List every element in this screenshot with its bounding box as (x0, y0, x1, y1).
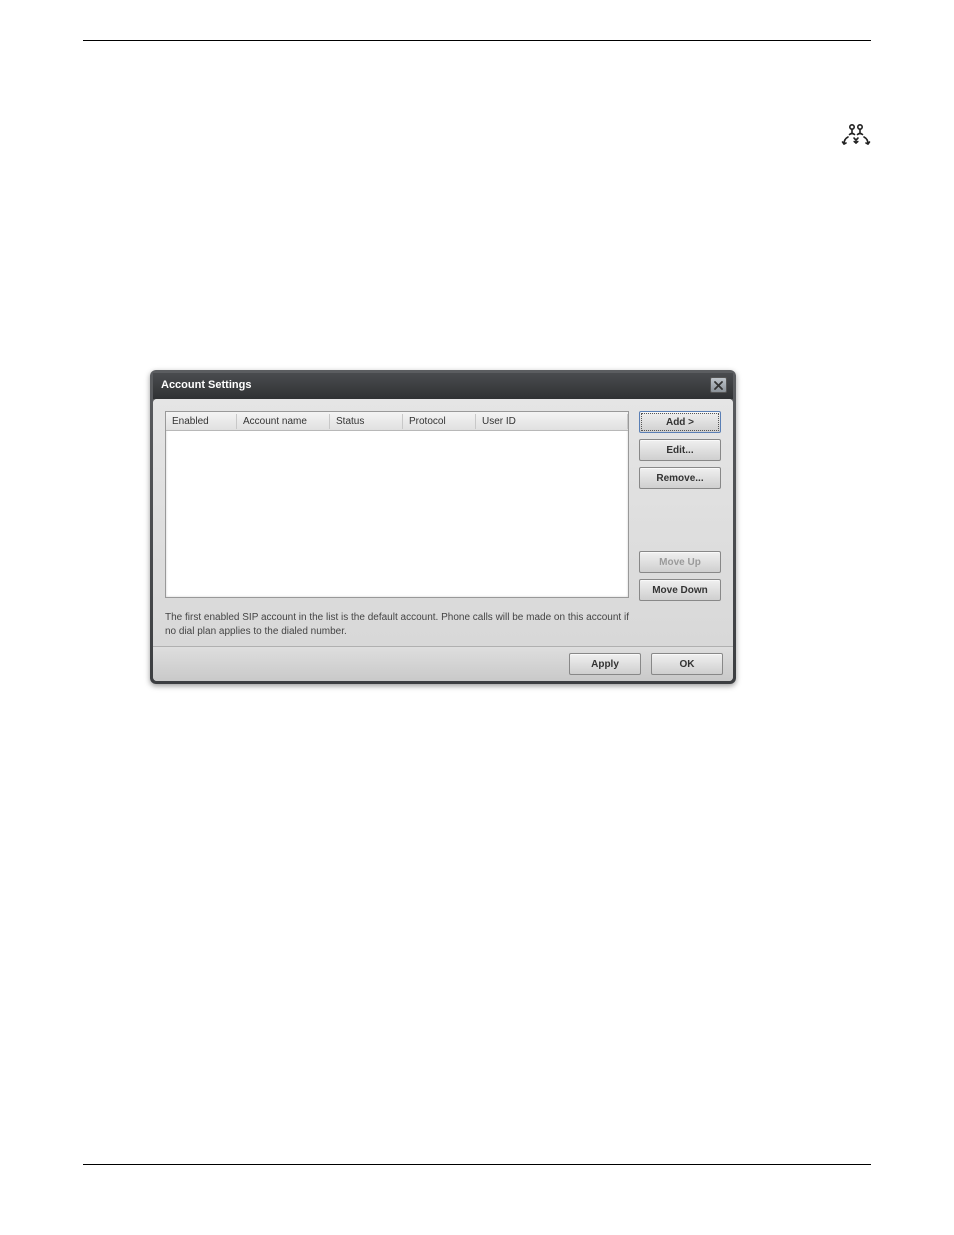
remove-button[interactable]: Remove... (639, 467, 721, 489)
accounts-table[interactable]: Enabled Account name Status Protocol Use… (165, 411, 629, 598)
account-settings-dialog: Account Settings Enabled Account name St… (150, 370, 736, 684)
footer-rule (83, 1164, 871, 1165)
apply-button[interactable]: Apply (569, 653, 641, 675)
move-up-button[interactable]: Move Up (639, 551, 721, 573)
dialog-footer: Apply OK (153, 646, 733, 681)
ok-button[interactable]: OK (651, 653, 723, 675)
edit-button[interactable]: Edit... (639, 439, 721, 461)
column-protocol[interactable]: Protocol (403, 414, 476, 429)
column-status[interactable]: Status (330, 414, 403, 429)
network-icon (841, 122, 871, 155)
header-rule (83, 40, 871, 41)
hint-text: The first enabled SIP account in the lis… (165, 611, 640, 638)
column-user-id[interactable]: User ID (476, 414, 628, 429)
table-header-row: Enabled Account name Status Protocol Use… (166, 412, 628, 431)
column-account-name[interactable]: Account name (237, 414, 330, 429)
button-spacer (639, 495, 721, 545)
dialog-title: Account Settings (161, 379, 251, 391)
close-button[interactable] (710, 377, 727, 393)
add-button[interactable]: Add > (639, 411, 721, 433)
side-button-column: Add > Edit... Remove... Move Up Move Dow… (639, 411, 721, 601)
dialog-titlebar: Account Settings (153, 373, 733, 399)
move-down-button[interactable]: Move Down (639, 579, 721, 601)
column-enabled[interactable]: Enabled (166, 414, 237, 429)
dialog-body: Enabled Account name Status Protocol Use… (153, 399, 733, 681)
